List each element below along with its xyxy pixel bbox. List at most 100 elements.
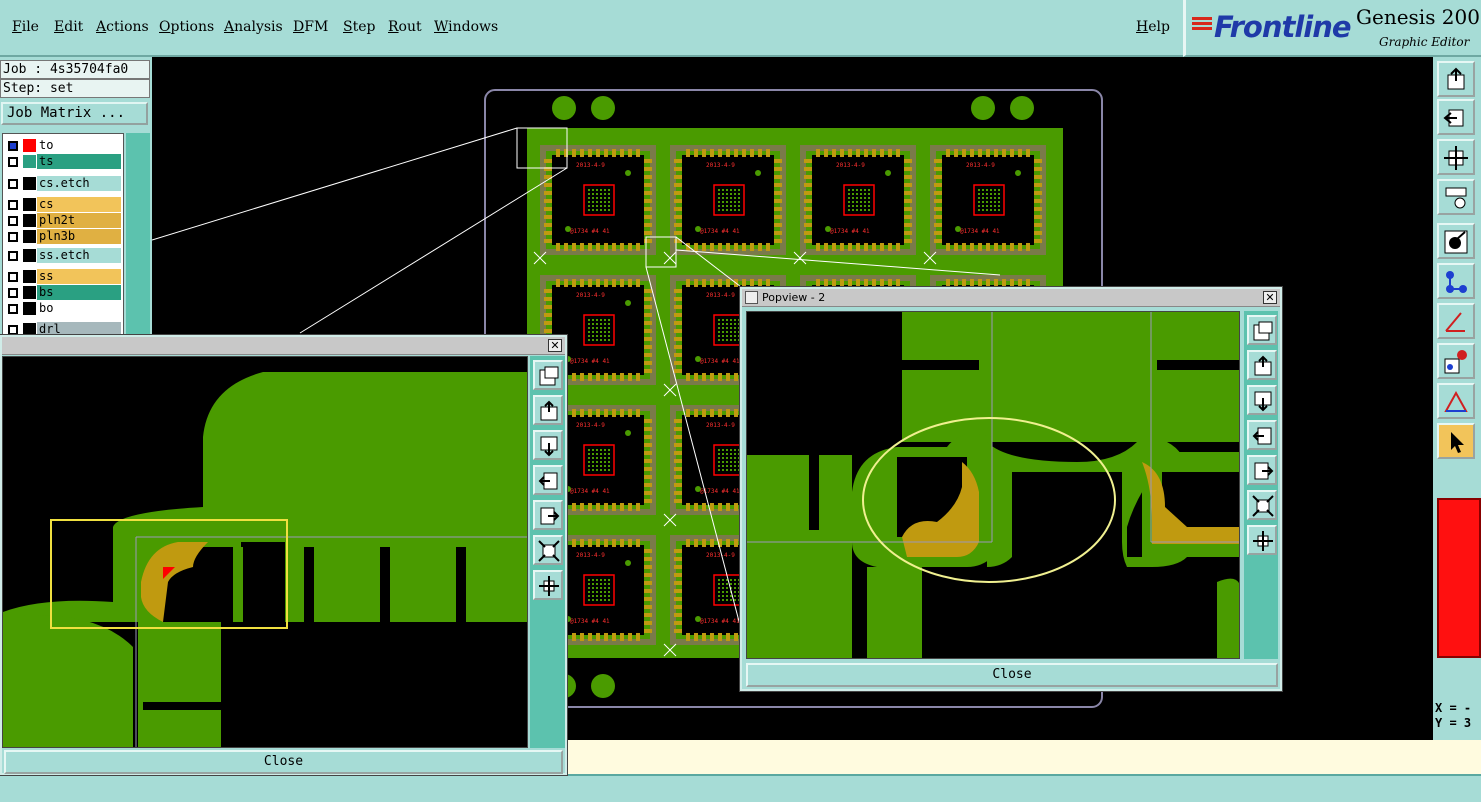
popview-2-zoom-in-button[interactable] bbox=[1247, 490, 1277, 520]
job-matrix-button[interactable]: Job Matrix ... bbox=[1, 102, 148, 125]
bga-ball bbox=[600, 197, 602, 199]
popview-1-zoom-in-button[interactable] bbox=[533, 535, 563, 565]
popview-1-pan-up-button[interactable] bbox=[533, 395, 563, 425]
menu-step[interactable]: Step bbox=[343, 19, 375, 35]
bga-ball bbox=[864, 201, 866, 203]
layer-row-ts[interactable]: ts bbox=[3, 154, 123, 169]
unit-part-label: @1734 #4 4ì bbox=[570, 358, 610, 365]
layer-row-to[interactable]: to bbox=[3, 138, 123, 153]
menu-windows[interactable]: Windows bbox=[434, 19, 498, 35]
menu-edit[interactable]: Edit bbox=[54, 19, 83, 35]
zoom-home-button[interactable] bbox=[1437, 61, 1475, 97]
layer-checkbox[interactable] bbox=[8, 272, 18, 282]
layer-list-scrollbar[interactable] bbox=[126, 133, 150, 335]
menu-rout[interactable]: Rout bbox=[388, 19, 422, 35]
select-point-button[interactable] bbox=[1437, 223, 1475, 259]
menu-dfm[interactable]: DFM bbox=[293, 19, 328, 35]
bga-ball bbox=[592, 327, 594, 329]
wrench-icon bbox=[1445, 187, 1467, 209]
bga-ball bbox=[734, 591, 736, 593]
command-bar bbox=[0, 774, 1481, 802]
pcb-pin bbox=[596, 279, 600, 287]
pcb-pin bbox=[588, 279, 592, 287]
triangle-tool-button[interactable] bbox=[1437, 383, 1475, 419]
layer-checkbox[interactable] bbox=[8, 157, 18, 167]
angle-measure-button[interactable] bbox=[1437, 303, 1475, 339]
pcb-pin bbox=[544, 239, 552, 243]
popview-2-canvas[interactable] bbox=[746, 311, 1240, 659]
popview-2-pan-down-button[interactable] bbox=[1247, 385, 1277, 415]
menu-analysis[interactable]: Analysis bbox=[224, 19, 283, 35]
layer-row-bo[interactable]: bo bbox=[3, 301, 123, 316]
pcb-pin bbox=[674, 289, 682, 293]
snap-icon bbox=[1444, 350, 1467, 374]
pcb-pin bbox=[726, 633, 730, 641]
pcb-pin bbox=[612, 633, 616, 641]
job-label: Job : 4s35704fa0 bbox=[0, 60, 150, 79]
layer-row-pln2t[interactable]: pln2t bbox=[3, 213, 123, 228]
pcb-pin bbox=[644, 573, 652, 577]
popview-2-close-x[interactable]: ✕ bbox=[1263, 291, 1277, 304]
layer-checkbox[interactable] bbox=[8, 200, 18, 210]
snap-button[interactable] bbox=[1437, 343, 1475, 379]
bga-ball bbox=[596, 335, 598, 337]
popview-2-pan-left-button[interactable] bbox=[1247, 420, 1277, 450]
layer-checkbox[interactable] bbox=[8, 141, 18, 151]
pcb-pin bbox=[896, 279, 900, 287]
layer-checkbox[interactable] bbox=[8, 232, 18, 242]
popview-2-pan-right-button[interactable] bbox=[1247, 455, 1277, 485]
layer-checkbox[interactable] bbox=[8, 304, 18, 314]
pcb-pin bbox=[564, 243, 568, 251]
pcb-pin bbox=[628, 149, 632, 157]
menu-help[interactable]: Help bbox=[1136, 19, 1170, 35]
pcb-pin bbox=[718, 633, 722, 641]
bga-ball bbox=[730, 457, 732, 459]
layer-row-cs-etch[interactable]: cs.etch bbox=[3, 176, 123, 191]
popview-1-pan-left-button[interactable] bbox=[533, 465, 563, 495]
popview-2-pan-up-button[interactable] bbox=[1247, 350, 1277, 380]
fit-view-button[interactable] bbox=[1437, 139, 1475, 175]
layer-checkbox[interactable] bbox=[8, 251, 18, 261]
window-menu-icon[interactable] bbox=[745, 291, 758, 304]
popview-1-close-button[interactable]: Close bbox=[4, 750, 563, 774]
popview-1-zoom-button[interactable] bbox=[533, 360, 563, 390]
bga-ball bbox=[734, 327, 736, 329]
popview-1-pan-down-button[interactable] bbox=[533, 430, 563, 460]
bga-ball bbox=[726, 209, 728, 211]
layer-row-pln3b[interactable]: pln3b bbox=[3, 229, 123, 244]
popview-2-zoom-button[interactable] bbox=[1247, 315, 1277, 345]
bga-ball bbox=[994, 205, 996, 207]
popview-1-pan-right-button[interactable] bbox=[533, 500, 563, 530]
layer-row-bs[interactable]: bs bbox=[3, 285, 123, 300]
layer-row-cs[interactable]: cs bbox=[3, 197, 123, 212]
pcb-pin bbox=[674, 451, 682, 455]
popview-1-canvas[interactable] bbox=[2, 356, 528, 748]
popview-2-titlebar[interactable]: Popview - 2 bbox=[742, 289, 1280, 307]
pointer-tool-button[interactable] bbox=[1437, 423, 1475, 459]
popview-2-close-button[interactable]: Close bbox=[746, 663, 1278, 687]
bga-ball bbox=[722, 197, 724, 199]
menu-actions[interactable]: Actions bbox=[96, 19, 149, 35]
bga-ball bbox=[718, 205, 720, 207]
layer-checkbox[interactable] bbox=[8, 179, 18, 189]
pcb-pin bbox=[896, 243, 900, 251]
layer-checkbox[interactable] bbox=[8, 288, 18, 298]
menu-file[interactable]: File bbox=[12, 19, 39, 35]
popview-1-close-x[interactable]: ✕ bbox=[548, 339, 562, 352]
layer-row-ss[interactable]: ss bbox=[3, 269, 123, 284]
pcb-pin bbox=[612, 149, 616, 157]
unit-part-label: @1734 #4 4ì bbox=[570, 618, 610, 625]
route-button[interactable] bbox=[1437, 263, 1475, 299]
popview-2-zoom-out-button[interactable] bbox=[1247, 525, 1277, 555]
bga-ball bbox=[608, 599, 610, 601]
bga-ball bbox=[726, 453, 728, 455]
popview-1-zoom-out-button[interactable] bbox=[533, 570, 563, 600]
layer-row-ss-etch[interactable]: ss.etch bbox=[3, 248, 123, 263]
pan-left-button[interactable] bbox=[1437, 99, 1475, 135]
popview-1-titlebar[interactable] bbox=[2, 337, 565, 355]
menu-options[interactable]: Options bbox=[159, 19, 214, 35]
pcb-pin bbox=[978, 149, 982, 157]
settings-button[interactable] bbox=[1437, 179, 1475, 215]
layer-checkbox[interactable] bbox=[8, 216, 18, 226]
layer-checkbox[interactable] bbox=[8, 325, 18, 335]
